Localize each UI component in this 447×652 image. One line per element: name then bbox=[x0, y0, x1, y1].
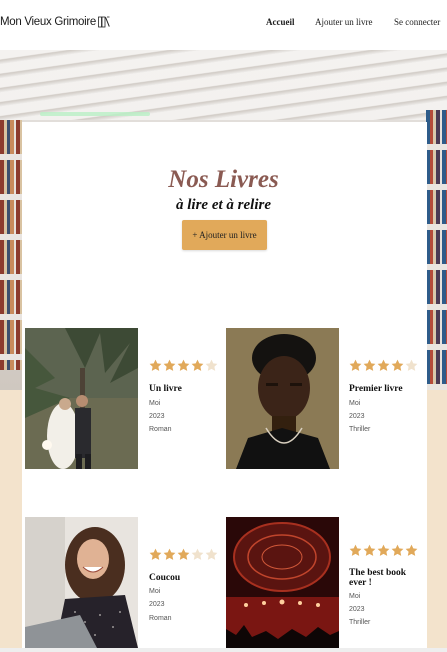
star-filled-icon bbox=[363, 544, 376, 556]
brand-name: Mon Vieux Grimoire bbox=[0, 16, 97, 28]
book-cover-man-portrait[interactable] bbox=[226, 328, 339, 469]
page-title: Nos Livres bbox=[168, 166, 279, 193]
book-title: Un livre bbox=[149, 384, 182, 394]
nav-home-link[interactable]: Accueil bbox=[266, 17, 295, 27]
book-title: Premier livre bbox=[349, 384, 403, 394]
star-filled-icon bbox=[363, 359, 376, 371]
star-filled-icon bbox=[163, 548, 176, 560]
book-title: The best book ever ! bbox=[349, 568, 407, 588]
star-filled-icon bbox=[391, 359, 404, 371]
rating-stars bbox=[349, 544, 418, 557]
top-navbar: Mon Vieux Grimoire Accueil Ajouter un li… bbox=[0, 0, 447, 50]
add-book-button[interactable]: + Ajouter un livre bbox=[182, 220, 267, 250]
page-bottom-edge bbox=[0, 648, 447, 652]
star-empty-icon bbox=[191, 548, 204, 560]
rating-stars bbox=[149, 359, 218, 372]
star-empty-icon bbox=[205, 548, 218, 560]
book-genre: Roman bbox=[149, 615, 172, 622]
book-genre: Thriller bbox=[349, 426, 371, 433]
book-year: 2023 bbox=[349, 413, 365, 420]
book-genre: Thriller bbox=[349, 619, 371, 626]
book-author: Moi bbox=[149, 588, 161, 595]
book-year: 2023 bbox=[349, 606, 365, 613]
book-author: Moi bbox=[349, 593, 361, 600]
star-filled-icon bbox=[391, 544, 404, 556]
star-empty-icon bbox=[405, 359, 418, 371]
bookshelf-left bbox=[0, 120, 22, 370]
star-filled-icon bbox=[349, 544, 362, 556]
book-author: Moi bbox=[349, 400, 361, 407]
book-genre: Roman bbox=[149, 426, 172, 433]
star-empty-icon bbox=[205, 359, 218, 371]
star-filled-icon bbox=[149, 548, 162, 560]
book-cover-wedding-couple[interactable] bbox=[25, 328, 138, 469]
brand-logo[interactable]: Mon Vieux Grimoire bbox=[0, 16, 110, 28]
book-cover-concert-stage[interactable] bbox=[226, 517, 339, 648]
star-filled-icon bbox=[377, 359, 390, 371]
nav-add-book-link[interactable]: Ajouter un livre bbox=[315, 17, 373, 27]
ceiling-light bbox=[40, 112, 150, 116]
rating-stars bbox=[149, 548, 218, 561]
star-filled-icon bbox=[177, 548, 190, 560]
book-logo-icon bbox=[98, 16, 110, 28]
book-item[interactable]: Premier livre Moi 2023 Thriller bbox=[226, 328, 424, 469]
ceiling-image-part bbox=[0, 50, 447, 120]
book-year: 2023 bbox=[149, 601, 165, 608]
book-title: Coucou bbox=[149, 573, 181, 583]
star-filled-icon bbox=[349, 359, 362, 371]
book-year: 2023 bbox=[149, 413, 165, 420]
nav-login-link[interactable]: Se connecter bbox=[394, 17, 440, 27]
rating-stars bbox=[349, 359, 418, 372]
star-filled-icon bbox=[191, 359, 204, 371]
star-filled-icon bbox=[149, 359, 162, 371]
page-subtitle: à lire et à relire bbox=[176, 197, 271, 213]
star-filled-icon bbox=[377, 544, 390, 556]
star-filled-icon bbox=[177, 359, 190, 371]
book-author: Moi bbox=[149, 400, 161, 407]
book-cover-laughing-woman[interactable] bbox=[25, 517, 138, 648]
book-item[interactable]: Coucou Moi 2023 Roman bbox=[25, 517, 220, 648]
star-filled-icon bbox=[163, 359, 176, 371]
star-filled-icon bbox=[405, 544, 418, 556]
book-item[interactable]: The best book ever ! Moi 2023 Thriller bbox=[226, 517, 424, 648]
book-item[interactable]: Un livre Moi 2023 Roman bbox=[25, 328, 220, 469]
bookshelf-right bbox=[426, 110, 447, 390]
